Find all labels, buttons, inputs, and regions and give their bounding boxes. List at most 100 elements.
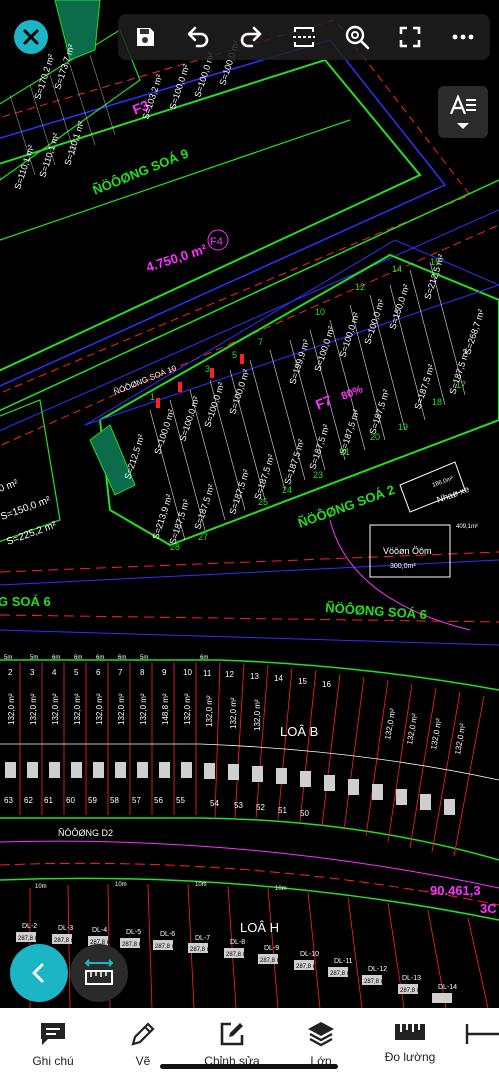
undo-icon xyxy=(187,26,208,48)
park-outline xyxy=(0,58,422,372)
width-label: 5m xyxy=(30,655,38,661)
more-button[interactable] xyxy=(443,17,483,57)
parking-note-label: 409,1m² xyxy=(456,524,478,530)
ruler-icon xyxy=(395,1024,425,1040)
width-label: 10m xyxy=(275,886,287,892)
zoom-search-button[interactable] xyxy=(337,17,377,57)
road-2-label: ÑÖÔØNG SOÁ 2 xyxy=(296,482,397,531)
dl-label: DL-4 xyxy=(92,927,107,934)
dl-area-label: 287,8 m² xyxy=(260,958,284,964)
more-icon xyxy=(453,34,474,40)
dl-area-label: 287,8 m² xyxy=(400,988,424,994)
lot-number: 21 xyxy=(340,447,350,457)
lot-area-label: 132,0 m² xyxy=(139,693,148,725)
lot-number: 12 xyxy=(225,670,234,679)
lot-number: 1 xyxy=(150,392,155,402)
lot-number: 3 xyxy=(205,364,210,374)
lot-number: 11 xyxy=(203,669,212,678)
lot-area-label: S=268,7 m² xyxy=(462,308,486,356)
dl-label: DL-12 xyxy=(368,966,387,973)
text-style-button[interactable] xyxy=(438,86,488,138)
lot-number: 10 xyxy=(315,307,325,317)
dl-area-label: 287,8 m² xyxy=(330,971,354,977)
width-label: 10m xyxy=(195,882,207,888)
close-button[interactable] xyxy=(14,20,48,54)
lot-area-label: S=187,5 m² xyxy=(227,468,251,516)
lot-number: 61 xyxy=(44,796,53,805)
nav-item-extra[interactable] xyxy=(459,1020,499,1054)
redo-button[interactable] xyxy=(231,17,271,57)
fullscreen-icon xyxy=(399,26,421,48)
lot-number: 2 xyxy=(8,668,13,677)
dl-area-label: 287,8 m² xyxy=(122,942,146,948)
drawing-canvas[interactable]: ÑÖÔØNG SOÁ 9 4.750,0 m² F4 F3 ÑÖÔØNG SOÁ… xyxy=(0,0,499,1010)
save-icon xyxy=(136,28,154,46)
area-total-label: 90.461,3 xyxy=(430,883,481,898)
nav-item-notes[interactable]: Ghi chú xyxy=(13,1020,93,1068)
lot-number: 24 xyxy=(282,485,292,495)
lot-number: 55 xyxy=(176,796,185,805)
dl-label: DL-6 xyxy=(160,931,175,938)
dl-area-label: 287,8 m² xyxy=(155,944,179,950)
chevron-left-icon xyxy=(32,963,44,983)
lot-number: 8 xyxy=(140,668,145,677)
width-label: 5m xyxy=(4,655,12,661)
park-code-label: F4 xyxy=(210,236,223,248)
lot-area-label: S=170,2 m² xyxy=(32,53,56,101)
lot-area-label: 132,0 m² xyxy=(253,699,262,731)
lot-area-label: S=173,7 m² xyxy=(52,43,76,91)
layers-icon xyxy=(308,1022,334,1047)
nav-item-draw[interactable]: Vẽ xyxy=(103,1020,183,1068)
lot-number: 7 xyxy=(118,668,123,677)
dl-label: DL-5 xyxy=(126,929,141,936)
width-label: 6m xyxy=(118,655,126,661)
dl-label: DL-2 xyxy=(22,923,37,930)
lot-area-label: 132,0 m² xyxy=(183,693,192,725)
redo-icon xyxy=(240,26,262,48)
lot-area-label: S=187,5 m² xyxy=(192,483,216,531)
code-3c-label: 3C xyxy=(480,901,497,916)
lot-number: 10 xyxy=(183,668,192,677)
fullscreen-button[interactable] xyxy=(390,17,430,57)
measure-button[interactable] xyxy=(70,944,128,1002)
lot-number: 13 xyxy=(250,672,259,681)
home-indicator xyxy=(160,1064,338,1069)
fit-width-button[interactable] xyxy=(284,17,324,57)
lot-number: 18 xyxy=(432,397,442,407)
lot-number: 5 xyxy=(74,668,79,677)
nav-label-notes: Ghi chú xyxy=(32,1054,74,1068)
lot-area-label: 132,0 m² xyxy=(29,693,38,725)
nav-item-measure[interactable]: Đo lường xyxy=(370,1020,450,1064)
lot-number: 12 xyxy=(355,282,365,292)
lot-area-label: S=212,5 m² xyxy=(122,433,146,481)
nav-label-measure: Đo lường xyxy=(384,1050,436,1064)
lot-area-label: 132,0 m² xyxy=(73,693,82,725)
nav-item-edit[interactable]: Chỉnh sửa xyxy=(192,1020,272,1068)
lot-area-label: S=187,5 m² xyxy=(282,438,306,486)
nav-item-layers[interactable]: Lớp xyxy=(281,1020,361,1068)
lot-area-label: 132,0 m² xyxy=(453,722,467,755)
lot-number: 4 xyxy=(52,668,57,677)
zoom-search-icon xyxy=(345,25,370,50)
lot-number: 50 xyxy=(300,809,309,818)
lot-number: 14 xyxy=(274,674,283,683)
lot-number: 16 xyxy=(322,680,331,689)
cad-drawing: ÑÖÔØNG SOÁ 9 4.750,0 m² F4 F3 ÑÖÔØNG SOÁ… xyxy=(0,0,499,1009)
lot-area-label: S=100,0 m² xyxy=(312,325,336,373)
lot-area-label: 132,0 m² xyxy=(229,697,238,729)
block-h-label: LOÂ H xyxy=(240,920,279,935)
lot-area-label: 132,0 m² xyxy=(205,695,214,727)
undo-button[interactable] xyxy=(178,17,218,57)
dl-label: DL-11 xyxy=(334,958,353,965)
lot-number: 23 xyxy=(313,470,323,480)
lot-number: 15 xyxy=(298,677,307,686)
road-6-left-label: G SOÁ 6 xyxy=(0,594,51,609)
lot-area-label: S=187,5 m² xyxy=(252,453,276,501)
back-button[interactable] xyxy=(10,944,68,1002)
lot-number: 25 xyxy=(258,497,268,507)
save-button[interactable] xyxy=(125,17,165,57)
ruler-measure-icon xyxy=(84,959,114,985)
lot-number: 63 xyxy=(4,796,13,805)
dl-label: DL-9 xyxy=(264,945,279,952)
lot-area-label: 132,0 m² xyxy=(117,693,126,725)
